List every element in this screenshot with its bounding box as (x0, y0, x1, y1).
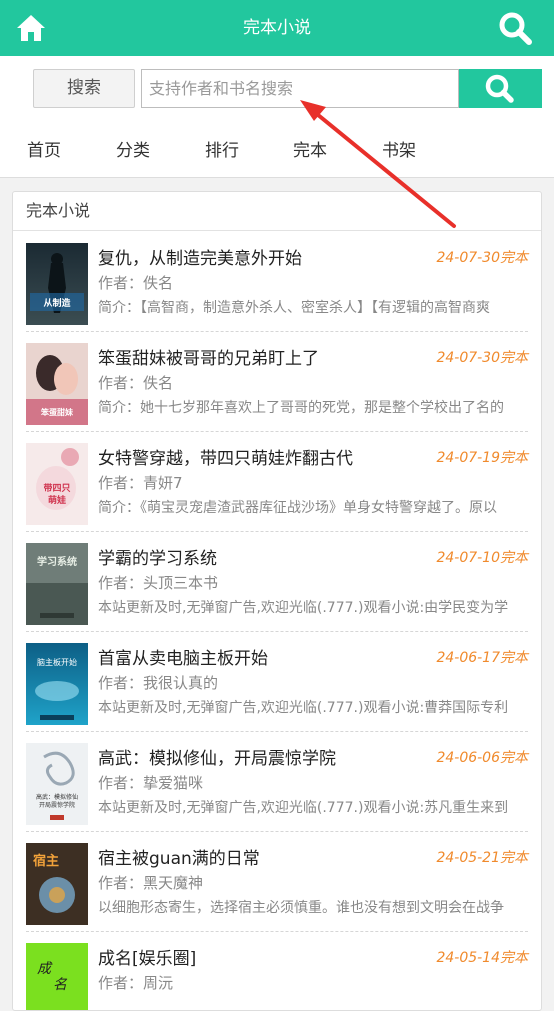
book-desc: 本站更新及时,无弹窗广告,欢迎光临(.777.)观看小说:曹莽国际专利 (98, 700, 509, 716)
book-title[interactable]: 笨蛋甜妹被哥哥的兄弟盯上了 (98, 344, 319, 369)
search-input[interactable] (141, 69, 459, 108)
book-desc: 简介：她十七岁那年喜欢上了哥哥的死党，那是整个学校出了名的 (98, 400, 504, 416)
nav-item-home[interactable]: 首页 (27, 120, 61, 178)
nav-item-ranking[interactable]: 排行 (205, 120, 239, 178)
search-icon (485, 74, 514, 103)
book-cover[interactable]: 成 名 (26, 943, 88, 1010)
book-item[interactable]: 脑主板开始 首富从卖电脑主板开始 24-06-17完本 作者：我很认真的 本站更… (26, 632, 528, 732)
book-author: 作者：佚名 (98, 374, 174, 392)
book-date: 24-05-14完本 (436, 950, 528, 966)
search-icon[interactable] (498, 11, 532, 45)
book-item[interactable]: 带四只 萌娃 女特警穿越，带四只萌娃炸翻古代 24-07-19完本 作者：青妍7… (26, 432, 528, 532)
book-date: 24-05-21完本 (436, 850, 528, 866)
svg-text:学习系统: 学习系统 (37, 555, 77, 568)
book-item[interactable]: 宿主 宿主被guan满的日常 24-05-21完本 作者：黑天魔神 以细胞形态寄… (26, 832, 528, 932)
book-title[interactable]: 成名[娱乐圈] (98, 944, 196, 969)
book-cover[interactable]: 笨蛋甜妹 (26, 343, 88, 425)
book-desc: 简介：【高智商，制造意外杀人、密室杀人】【有逻辑的高智商爽 (98, 300, 490, 316)
svg-text:脑主板开始: 脑主板开始 (37, 657, 77, 667)
book-date: 24-06-06完本 (436, 750, 528, 766)
top-bar: 完本小说 (0, 0, 554, 56)
svg-text:带四只: 带四只 (43, 482, 70, 494)
book-cover[interactable]: 学习系统 (26, 543, 88, 625)
book-item[interactable]: 从制造 复仇，从制造完美意外开始 24-07-30完本 作者：佚名 简介：【高智… (26, 232, 528, 332)
svg-text:萌娃: 萌娃 (48, 494, 66, 506)
book-title[interactable]: 女特警穿越，带四只萌娃炸翻古代 (98, 444, 353, 469)
panel-title: 完本小说 (13, 192, 541, 231)
nav-item-bookshelf[interactable]: 书架 (382, 120, 416, 178)
book-desc: 本站更新及时,无弹窗广告,欢迎光临(.777.)观看小说:苏凡重生来到 (98, 800, 509, 816)
book-item[interactable]: 高武：模拟修仙 开局震惊学院 高武：模拟修仙，开局震惊学院 24-06-06完本… (26, 732, 528, 832)
svg-text:高武：模拟修仙: 高武：模拟修仙 (36, 793, 78, 801)
book-date: 24-07-30完本 (436, 250, 528, 266)
book-date: 24-07-30完本 (436, 350, 528, 366)
book-title[interactable]: 学霸的学习系统 (98, 544, 217, 569)
svg-text:成: 成 (37, 961, 53, 977)
book-author: 作者：佚名 (98, 274, 174, 292)
book-cover[interactable]: 脑主板开始 (26, 643, 88, 725)
search-bar: 搜索 (0, 56, 554, 120)
search-button[interactable]: 搜索 (33, 69, 135, 108)
book-desc: 本站更新及时,无弹窗广告,欢迎光临(.777.)观看小说:由学民变为学 (98, 600, 509, 616)
nav-item-category[interactable]: 分类 (116, 120, 150, 178)
book-author: 作者：我很认真的 (98, 674, 219, 692)
book-date: 24-07-19完本 (436, 450, 528, 466)
book-cover[interactable]: 宿主 (26, 843, 88, 925)
book-item[interactable]: 学习系统 学霸的学习系统 24-07-10完本 作者：头顶三本书 本站更新及时,… (26, 532, 528, 632)
book-author: 作者：黑天魔神 (98, 874, 204, 892)
book-cover[interactable]: 从制造 (26, 243, 88, 325)
main-nav: 首页 分类 排行 完本 书架 (0, 120, 554, 178)
book-title[interactable]: 高武：模拟修仙，开局震惊学院 (98, 744, 336, 769)
svg-text:名: 名 (53, 977, 68, 993)
page-title: 完本小说 (243, 18, 311, 38)
svg-text:宿主: 宿主 (33, 853, 59, 869)
book-desc: 以细胞形态寄生，选择宿主必须慎重。谁也没有想到文明会在战争 (98, 900, 504, 916)
book-item[interactable]: 笨蛋甜妹 笨蛋甜妹被哥哥的兄弟盯上了 24-07-30完本 作者：佚名 简介：她… (26, 332, 528, 432)
book-desc: 简介：《萌宝灵宠虐渣武器库征战沙场》单身女特警穿越了。原以 (98, 500, 497, 516)
book-cover[interactable]: 高武：模拟修仙 开局震惊学院 (26, 743, 88, 825)
book-author: 作者：周沅 (98, 974, 174, 992)
book-date: 24-07-10完本 (436, 550, 528, 566)
completed-novels-panel: 完本小说 从制造 复仇，从制造完美意外开始 24-07-30完本 作者：佚名 简… (12, 191, 542, 1011)
book-title[interactable]: 首富从卖电脑主板开始 (98, 644, 268, 669)
svg-text:从制造: 从制造 (43, 297, 71, 309)
search-submit-button[interactable] (459, 69, 542, 108)
book-date: 24-06-17完本 (436, 650, 528, 666)
svg-text:开局震惊学院: 开局震惊学院 (39, 801, 75, 809)
book-cover[interactable]: 带四只 萌娃 (26, 443, 88, 525)
book-title[interactable]: 复仇，从制造完美意外开始 (98, 244, 302, 269)
book-author: 作者：头顶三本书 (98, 574, 219, 592)
book-item[interactable]: 成 名 成名[娱乐圈] 24-05-14完本 作者：周沅 (26, 932, 528, 1010)
book-author: 作者：青妍7 (98, 474, 183, 492)
book-author: 作者：挚爱猫咪 (98, 774, 204, 792)
nav-item-completed[interactable]: 完本 (293, 120, 327, 178)
book-title[interactable]: 宿主被guan满的日常 (98, 844, 260, 869)
svg-text:笨蛋甜妹: 笨蛋甜妹 (40, 407, 74, 417)
